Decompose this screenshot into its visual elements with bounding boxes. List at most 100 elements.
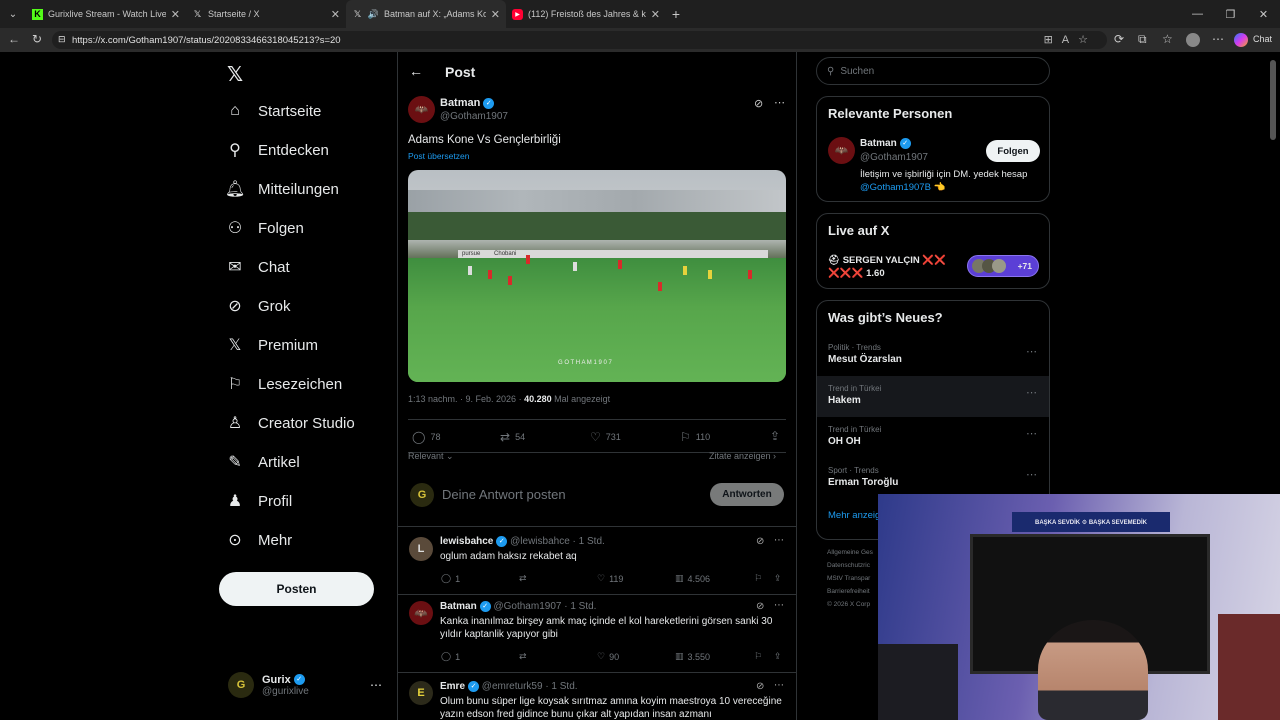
url-field[interactable]: ⊟ https://x.com/Gotham1907/status/202083… [52, 31, 1107, 49]
repost-action[interactable]: ⇄ 54 [500, 430, 525, 444]
address-actions-icon[interactable]: ⊞A☆ [1044, 33, 1097, 46]
footer-link[interactable]: Allgemeine Ges [827, 546, 873, 559]
more-options-icon[interactable]: ⋯ [1026, 427, 1037, 440]
heart-icon[interactable]: ♡ [597, 651, 605, 662]
close-window-icon[interactable]: ✕ [1247, 8, 1280, 21]
settings-more-icon[interactable]: ⋯ [1212, 32, 1224, 46]
tab-list-icon[interactable]: ⌄ [0, 9, 26, 20]
site-info-icon[interactable]: ⊟ [58, 34, 66, 45]
avatar[interactable]: 🦇 [408, 96, 435, 123]
more-options-icon[interactable]: ⋯ [774, 96, 785, 109]
nav-home[interactable]: ⌂ Startseite [226, 102, 321, 120]
nav-bookmarks[interactable]: ⚐ Lesezeichen [226, 375, 342, 394]
sort-dropdown[interactable]: Relevant ⌄ [408, 451, 454, 462]
grok-icon[interactable]: ⊘ [756, 681, 764, 692]
close-tab-icon[interactable]: ✕ [171, 8, 180, 21]
footer-link[interactable]: Barrierefreiheit [827, 585, 873, 598]
back-arrow-icon[interactable]: ← [409, 63, 423, 79]
trend-item[interactable]: Politik · Trends Mesut Özarslan ⋯ [817, 335, 1049, 376]
nav-more[interactable]: ⊙ Mehr [226, 531, 292, 550]
reply-icon[interactable]: ◯ [441, 651, 451, 662]
author-name[interactable]: Batman [440, 97, 480, 109]
translate-link[interactable]: Post übersetzen [408, 151, 469, 161]
trend-item[interactable]: Sport · Trends Erman Toroğlu ⋯ [817, 458, 1049, 499]
browser-tab-2[interactable]: 𝕏 Startseite / X ✕ [186, 0, 346, 28]
trend-item[interactable]: Trend in Türkei Hakem ⋯ [817, 376, 1049, 417]
share-icon[interactable]: ⇪ [774, 573, 782, 584]
speaker-icon[interactable]: 🔊 [368, 9, 379, 20]
grok-icon[interactable]: ⊘ [756, 601, 764, 612]
footer-link[interactable]: MStV Transpar [827, 572, 873, 585]
reply-item[interactable]: L lewisbahce ✓ @lewisbahce · 1 Std. ⊘ ⋯ o… [398, 526, 796, 594]
copilot-icon[interactable] [1234, 33, 1248, 47]
grok-icon[interactable]: ⊘ [754, 97, 763, 110]
reply-author[interactable]: Emre [440, 681, 465, 692]
reply-item[interactable]: 🦇 Batman ✓ @Gotham1907 · 1 Std. ⊘ ⋯ Kanka… [398, 594, 796, 672]
author-handle[interactable]: @Gotham1907 [440, 111, 508, 122]
profile-avatar-icon[interactable] [1186, 33, 1200, 47]
reply-author[interactable]: Batman [440, 601, 477, 612]
reply-input[interactable]: Deine Antwort posten [442, 487, 566, 502]
grok-icon[interactable]: ⊘ [756, 536, 764, 547]
repost-icon[interactable]: ⇄ [519, 651, 527, 662]
more-options-icon[interactable]: ⋯ [1026, 345, 1037, 358]
close-tab-icon[interactable]: ✕ [651, 8, 660, 21]
quotes-link[interactable]: Zitate anzeigen › [709, 451, 776, 461]
browser-tab-1[interactable]: K Gurixlive Stream - Watch Live on K ✕ [26, 0, 186, 28]
close-tab-icon[interactable]: ✕ [491, 8, 500, 21]
reload-icon[interactable]: ↻ [32, 32, 42, 46]
post-button[interactable]: Posten [219, 572, 374, 606]
nav-explore[interactable]: ⚲ Entdecken [226, 141, 329, 160]
footer-link[interactable]: Datenschutzric [827, 559, 873, 572]
live-listeners[interactable]: +71 [967, 255, 1039, 277]
browser-tab-4[interactable]: ▶ (112) Freistoß des Jahres & kontro ✕ [506, 0, 666, 28]
split-screen-icon[interactable]: ⧉ [1138, 32, 1147, 47]
nav-profile[interactable]: ♟ Profil [226, 492, 292, 511]
post-timestamp[interactable]: 1:13 nachm. · 9. Feb. 2026 · [408, 394, 522, 404]
reply-author[interactable]: lewisbahce [440, 536, 493, 547]
nav-creator-studio[interactable]: ♙ Creator Studio [226, 414, 355, 433]
favorites-icon[interactable]: ☆ [1162, 32, 1173, 46]
search-input[interactable]: ⚲ Suchen [816, 57, 1050, 85]
nav-notifications[interactable]: 🔔︎ Mitteilungen [225, 180, 339, 199]
reply-action[interactable]: ◯ 78 [412, 430, 440, 444]
avatar[interactable]: L [409, 537, 433, 561]
avatar[interactable]: 🦇 [409, 601, 433, 625]
account-switcher[interactable]: G Gurix ✓ @gurixlive [228, 672, 309, 698]
trend-item[interactable]: Trend in Türkei OH OH ⋯ [817, 417, 1049, 458]
person-name[interactable]: Batman [860, 138, 897, 149]
bookmark-icon[interactable]: ⚐ [754, 573, 762, 584]
bookmark-icon[interactable]: ⚐ [754, 651, 762, 662]
more-options-icon[interactable]: ⋯ [774, 535, 784, 546]
more-options-icon[interactable]: ⋯ [774, 680, 784, 691]
chat-label[interactable]: Chat [1253, 34, 1272, 44]
restore-icon[interactable]: ❐ [1214, 8, 1247, 21]
reply-icon[interactable]: ◯ [441, 573, 451, 584]
page-scrollbar[interactable] [1270, 60, 1276, 140]
post-video[interactable]: pursue Chobani G O T H A M 1 9 0 7 [408, 170, 786, 382]
repost-icon[interactable]: ⇄ [519, 573, 527, 584]
browser-tab-3[interactable]: 𝕏 🔊 Batman auf X: „Adams Kone V ✕ [346, 0, 506, 28]
share-icon[interactable]: ⇪ [774, 651, 782, 662]
nav-chat[interactable]: ✉ Chat [226, 258, 289, 277]
heart-icon[interactable]: ♡ [597, 573, 605, 584]
reply-button[interactable]: Antworten [710, 483, 784, 506]
follow-button[interactable]: Folgen [986, 140, 1040, 162]
nav-premium[interactable]: 𝕏 Premium [226, 336, 318, 355]
new-tab-icon[interactable]: + [666, 6, 686, 22]
views-icon[interactable]: ▥ [675, 573, 684, 584]
nav-follow[interactable]: ⚇ Folgen [226, 219, 304, 238]
x-logo-icon[interactable]: 𝕏 [227, 62, 243, 87]
reply-item[interactable]: E Emre ✓ @emreturk59 · 1 Std. ⊘ ⋯ Olum bu… [398, 672, 796, 720]
avatar[interactable]: 🦇 [828, 137, 855, 164]
more-options-icon[interactable]: ⋯ [1026, 386, 1037, 399]
account-more-icon[interactable]: ⋯ [370, 678, 382, 692]
more-options-icon[interactable]: ⋯ [774, 600, 784, 611]
avatar[interactable]: E [409, 681, 433, 705]
bookmark-action[interactable]: ⚐ 110 [680, 430, 710, 444]
minimize-icon[interactable]: — [1181, 8, 1214, 20]
more-options-icon[interactable]: ⋯ [1026, 468, 1037, 481]
nav-grok[interactable]: ⊘ Grok [226, 297, 290, 316]
bio-link[interactable]: @Gotham1907B [860, 182, 931, 193]
close-tab-icon[interactable]: ✕ [331, 8, 340, 21]
